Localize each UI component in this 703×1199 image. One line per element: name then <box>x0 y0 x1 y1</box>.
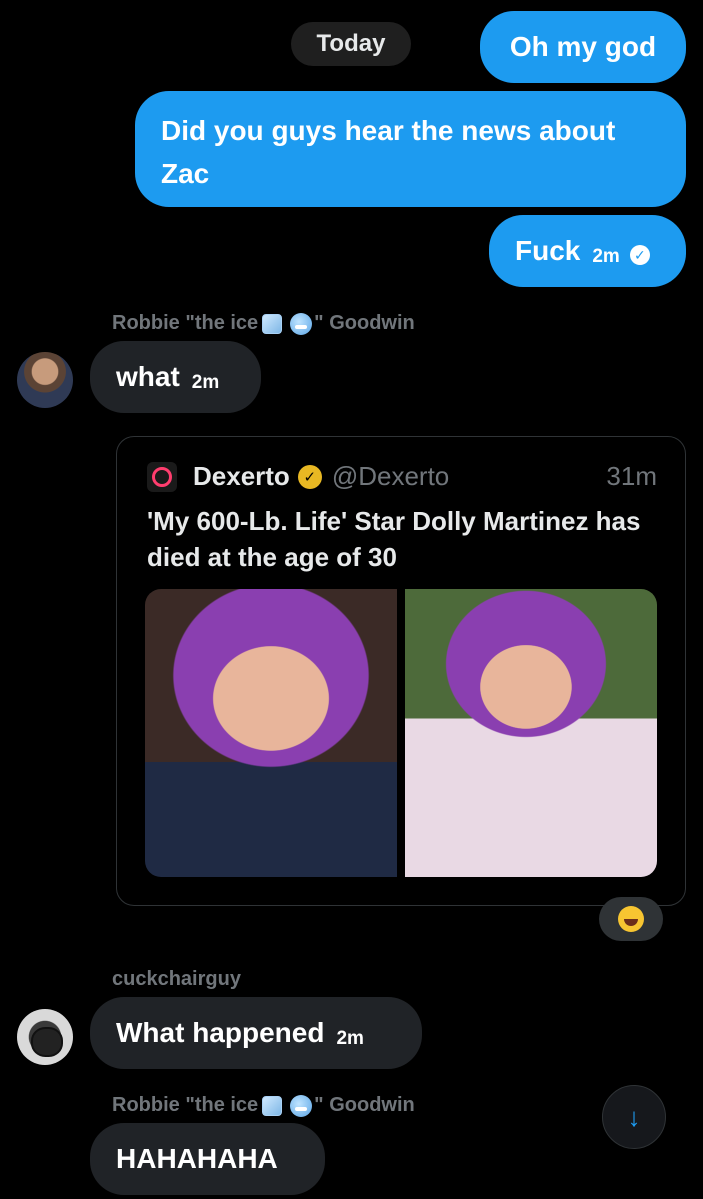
message-outgoing[interactable]: Did you guys hear the news about Zac <box>135 91 686 207</box>
quoted-post-header: Dexerto ✓ @Dexerto 31m <box>147 461 657 492</box>
quoted-post-text: 'My 600-Lb. Life' Star Dolly Martinez ha… <box>147 506 641 572</box>
sender-name-suffix: " Goodwin <box>314 1094 415 1116</box>
read-check-icon: ✓ <box>629 245 650 265</box>
message-text: Oh my god <box>509 31 657 62</box>
message-text: what <box>116 361 180 392</box>
message-incoming[interactable]: HAHAHAHA <box>90 1123 325 1195</box>
ice-cube-emoji-icon <box>262 1095 283 1116</box>
message-incoming[interactable]: what 2m <box>90 341 261 413</box>
quoted-post-author: Dexerto <box>193 461 290 491</box>
dexerto-logo-icon <box>147 461 177 492</box>
message-text: What happened <box>116 1017 325 1048</box>
sender-name: Robbie "the ice " Goodwin <box>112 1094 415 1117</box>
message-text: Fuck <box>515 235 581 266</box>
cold-face-emoji-icon <box>290 312 313 335</box>
quoted-post-handle: @Dexerto <box>331 461 450 491</box>
laughing-tears-emoji-icon <box>618 906 644 932</box>
ice-cube-emoji-icon <box>262 313 283 334</box>
quoted-post-time: 31m <box>606 461 657 491</box>
sender-name-suffix: " Goodwin <box>314 312 415 334</box>
avatar-cuckchairguy[interactable] <box>17 1009 73 1065</box>
sender-name-prefix: Robbie "the ice <box>112 1094 259 1116</box>
arrow-down-icon: ↓ <box>627 1101 641 1132</box>
date-divider: Today <box>291 22 411 66</box>
dm-conversation: Today Oh my god Did you guys hear the ne… <box>0 0 703 1199</box>
verified-badge-icon: ✓ <box>297 464 322 489</box>
message-timestamp: 2m <box>191 372 220 393</box>
avatar-robbie[interactable] <box>17 352 73 408</box>
quoted-post-card[interactable]: Dexerto ✓ @Dexerto 31m 'My 600-Lb. Life'… <box>116 436 686 906</box>
message-timestamp: 2m <box>336 1028 364 1049</box>
sender-name: cuckchairguy <box>112 968 241 990</box>
message-timestamp: 2m <box>592 246 620 267</box>
quoted-post-image[interactable] <box>145 589 397 877</box>
message-text: HAHAHAHA <box>116 1143 278 1174</box>
message-incoming[interactable]: What happened 2m <box>90 997 422 1069</box>
cold-face-emoji-icon <box>290 1094 313 1117</box>
sender-name: Robbie "the ice " Goodwin <box>112 312 415 335</box>
sender-name-prefix: Robbie "the ice <box>112 312 259 334</box>
message-text: Did you guys hear the news about Zac <box>161 115 616 189</box>
scroll-to-bottom-button[interactable]: ↓ <box>602 1085 666 1149</box>
quoted-post-image[interactable] <box>405 589 657 877</box>
message-outgoing[interactable]: Oh my god <box>480 11 686 83</box>
message-outgoing[interactable]: Fuck 2m ✓ <box>489 215 686 287</box>
reaction-badge[interactable] <box>599 897 663 941</box>
